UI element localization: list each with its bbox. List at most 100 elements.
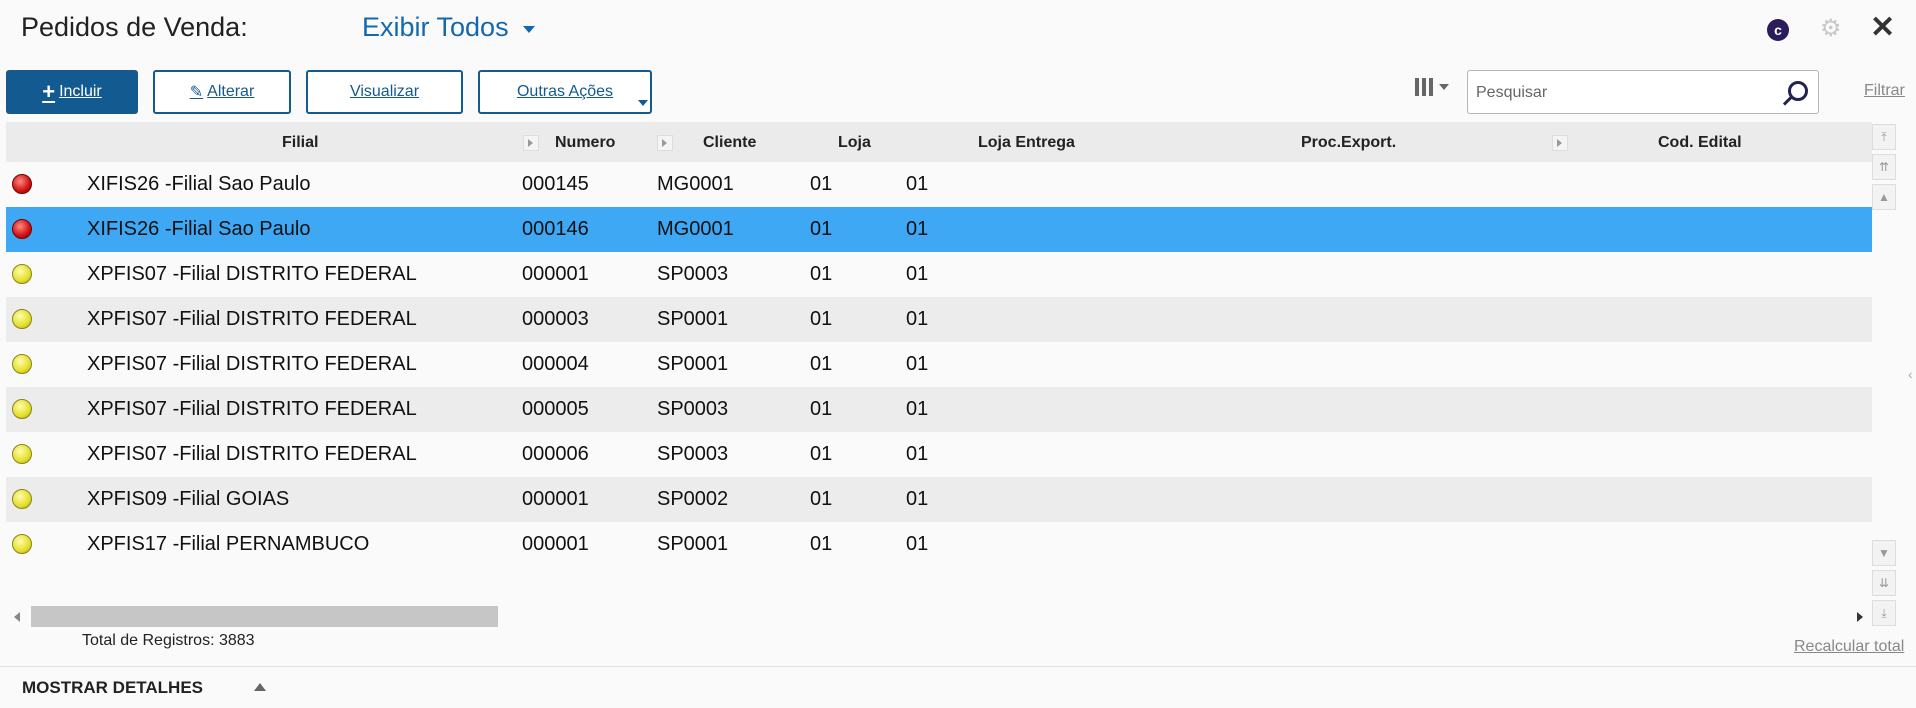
scroll-page-down-icon[interactable]: ⇊ [1872, 570, 1896, 596]
cell-loja-entrega: 01 [906, 398, 929, 420]
status-yellow-icon [12, 534, 32, 554]
scroll-down-icon[interactable]: ▼ [1872, 540, 1896, 566]
column-header-proc-export[interactable]: Proc.Export. [1301, 134, 1396, 152]
grid-body: XIFIS26 -Filial Sao Paulo 000145 MG0001 01 0… [6, 162, 1872, 567]
view-filter-label[interactable]: Exibir Todos [362, 12, 509, 43]
page-title: Pedidos de Venda: [21, 12, 248, 42]
cell-loja-entrega: 01 [906, 173, 929, 195]
cell-loja-entrega: 01 [906, 443, 929, 465]
table-row[interactable]: XPFIS07 -Filial DISTRITO FEDERAL 000003 SP… [6, 297, 1872, 342]
view-filter-dropdown[interactable]: Exibir Todos [362, 12, 535, 43]
cell-filial: XIFIS26 -Filial Sao Paulo [87, 173, 311, 195]
alterar-button[interactable]: ✎ Alterar [153, 70, 291, 114]
mostrar-detalhes-toggle[interactable]: MOSTRAR DETALHES [22, 678, 203, 698]
cell-cliente: SP0001 [657, 308, 729, 330]
gear-icon[interactable]: ⚙ [1820, 14, 1842, 43]
status-yellow-icon [12, 489, 32, 509]
table-row[interactable]: XPFIS07 -Filial DISTRITO FEDERAL 000005 SP… [6, 387, 1872, 432]
table-row[interactable]: XPFIS07 -Filial DISTRITO FEDERAL 000001 SP… [6, 252, 1872, 297]
cell-filial: XPFIS07 -Filial DISTRITO FEDERAL [87, 353, 417, 375]
outras-acoes-button[interactable]: Outras Ações [478, 70, 652, 114]
cell-cliente: SP0003 [657, 398, 729, 420]
cell-numero: 000004 [522, 353, 589, 375]
scroll-right-icon[interactable] [1857, 612, 1863, 622]
cell-numero: 000001 [522, 263, 589, 285]
cell-loja-entrega: 01 [906, 533, 929, 555]
scroll-page-up-icon[interactable]: ⇈ [1872, 154, 1896, 180]
columns-config-button[interactable] [1415, 78, 1449, 96]
chevron-up-icon[interactable] [254, 683, 266, 691]
cell-loja-entrega: 01 [906, 353, 929, 375]
table-row[interactable]: XPFIS07 -Filial DISTRITO FEDERAL 000006 SP… [6, 432, 1872, 477]
cell-loja: 01 [810, 263, 833, 285]
incluir-button[interactable]: + Incluir [6, 70, 138, 114]
details-bar [0, 666, 1916, 708]
cell-cliente: SP0003 [657, 443, 729, 465]
status-red-icon [12, 174, 32, 194]
cell-loja: 01 [810, 173, 833, 195]
pencil-icon: ✎ [189, 84, 204, 101]
cell-loja: 01 [810, 218, 833, 240]
table-row[interactable]: XIFIS26 -Filial Sao Paulo 000146 MG0001 01 0… [6, 207, 1872, 252]
recalcular-total-link[interactable]: Recalcular total [1794, 638, 1904, 656]
alterar-label: Alterar [207, 83, 255, 100]
column-header-cliente[interactable]: Cliente [703, 134, 756, 152]
cell-numero: 000145 [522, 173, 589, 195]
search-icon[interactable] [1788, 81, 1808, 101]
cell-numero: 000146 [522, 218, 589, 240]
cell-filial: XPFIS07 -Filial DISTRITO FEDERAL [87, 308, 417, 330]
cell-loja: 01 [810, 533, 833, 555]
cell-cliente: MG0001 [657, 218, 734, 240]
columns-icon [1415, 78, 1433, 96]
column-header-loja-entrega[interactable]: Loja Entrega [978, 134, 1075, 152]
table-row[interactable]: XPFIS09 -Filial GOIAS 000001 SP0002 01 01 [6, 477, 1872, 522]
cell-filial: XPFIS09 -Filial GOIAS [87, 488, 290, 510]
total-records: Total de Registros: 3883 [82, 632, 255, 649]
chevron-down-icon [1439, 84, 1449, 90]
cell-numero: 000003 [522, 308, 589, 330]
cell-filial: XPFIS07 -Filial DISTRITO FEDERAL [87, 443, 417, 465]
column-resize-icon[interactable] [657, 135, 673, 151]
table-row[interactable]: XPFIS17 -Filial PERNAMBUCO 000001 SP0001 01… [6, 522, 1872, 567]
filtrar-link[interactable]: Filtrar [1864, 82, 1905, 100]
column-resize-icon[interactable] [523, 135, 539, 151]
column-header-cod-edital[interactable]: Cod. Edital [1658, 134, 1742, 152]
cell-filial: XPFIS07 -Filial DISTRITO FEDERAL [87, 398, 417, 420]
cell-cliente: SP0001 [657, 353, 729, 375]
chevron-down-icon[interactable] [522, 26, 535, 33]
cell-cliente: MG0001 [657, 173, 734, 195]
vertical-scrollbar[interactable]: ⤒ ⇈ ▲ ▼ ⇊ ⤓ [1872, 122, 1896, 627]
search-box[interactable] [1467, 70, 1819, 115]
column-header-numero[interactable]: Numero [555, 134, 615, 152]
table-row[interactable]: XIFIS26 -Filial Sao Paulo 000145 MG0001 01 0… [6, 162, 1872, 207]
status-yellow-icon [12, 399, 32, 419]
column-header-filial[interactable]: Filial [282, 134, 318, 152]
close-icon[interactable]: ✕ [1870, 10, 1895, 45]
status-yellow-icon [12, 264, 32, 284]
side-panel-handle-icon[interactable]: ‹ [1908, 366, 1913, 382]
cell-loja: 01 [810, 443, 833, 465]
cell-filial: XPFIS07 -Filial DISTRITO FEDERAL [87, 263, 417, 285]
table-row[interactable]: XPFIS07 -Filial DISTRITO FEDERAL 000004 SP… [6, 342, 1872, 387]
cell-loja-entrega: 01 [906, 263, 929, 285]
chevron-down-icon [638, 100, 648, 106]
scroll-left-icon[interactable] [14, 612, 20, 622]
status-yellow-icon [12, 309, 32, 329]
scroll-up-icon[interactable]: ▲ [1872, 184, 1896, 210]
cell-loja-entrega: 01 [906, 218, 929, 240]
cell-numero: 000001 [522, 533, 589, 555]
cell-loja: 01 [810, 308, 833, 330]
scroll-top-icon[interactable]: ⤒ [1872, 124, 1896, 150]
scroll-bottom-icon[interactable]: ⤓ [1872, 600, 1896, 626]
status-yellow-icon [12, 444, 32, 464]
horizontal-scrollbar-thumb[interactable] [31, 606, 498, 627]
column-header-loja[interactable]: Loja [838, 134, 871, 152]
column-resize-icon[interactable] [1552, 135, 1568, 151]
app-logo-icon[interactable]: c [1767, 19, 1789, 41]
visualizar-button[interactable]: Visualizar [306, 70, 463, 114]
search-input[interactable] [1474, 71, 1778, 115]
visualizar-label: Visualizar [349, 83, 420, 100]
cell-loja-entrega: 01 [906, 308, 929, 330]
cell-loja: 01 [810, 398, 833, 420]
outras-acoes-label: Outras Ações [516, 83, 614, 100]
